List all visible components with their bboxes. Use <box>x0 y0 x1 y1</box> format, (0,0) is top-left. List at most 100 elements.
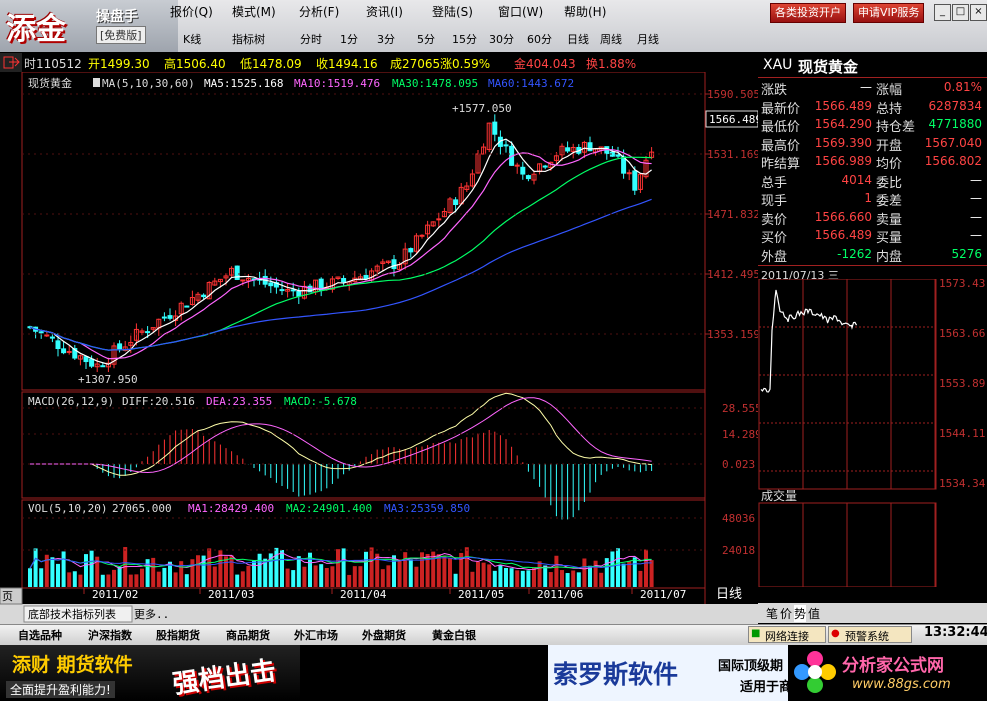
macd-tick: 28.555 <box>722 402 758 415</box>
menu-4[interactable]: 登陆(S) <box>432 3 473 20</box>
candle-body <box>184 305 190 308</box>
exit-icon[interactable] <box>0 53 22 72</box>
volume-bar <box>414 566 419 587</box>
candle-body <box>145 331 151 334</box>
volume-bar <box>476 561 480 587</box>
quote-label: 委比 <box>876 175 903 191</box>
toolbar-0[interactable]: K线 <box>183 31 201 47</box>
toolbar-4[interactable]: 3分 <box>377 31 395 47</box>
toolbar-3[interactable]: 1分 <box>340 31 358 47</box>
kline-chart[interactable]: 现货黄金 MA(5,10,30,60) MA5:1525.168 MA10:15… <box>0 72 758 624</box>
maximize-icon[interactable]: □ <box>952 4 969 21</box>
volume-bar <box>403 552 408 587</box>
period-label[interactable]: 日线 <box>716 587 742 602</box>
volume-bar <box>246 565 251 587</box>
market-tab-6[interactable]: 黄金白银 <box>432 627 476 643</box>
volume-bar <box>72 571 77 587</box>
date-tick: 2011/03 <box>208 588 254 601</box>
ad-banner[interactable]: 添财 期货软件 全面提升盈利能力! 强档出击 索罗斯软件 国际顶级期 适用于商 … <box>0 645 987 701</box>
volume-bar <box>257 553 262 587</box>
alert-system-button[interactable]: ● 预警系统 <box>828 626 912 643</box>
candle-body <box>167 315 173 319</box>
quote-value: 1564.290 <box>814 117 872 131</box>
market-tab-3[interactable]: 商品期货 <box>226 627 270 643</box>
toolbar-9[interactable]: 日线 <box>567 31 589 47</box>
volume-bar <box>173 572 178 587</box>
quote-value: — <box>860 80 872 94</box>
toolbar-1[interactable]: 指标树 <box>232 31 265 47</box>
menu-5[interactable]: 窗口(W) <box>498 3 543 20</box>
quote-label: 现手 <box>761 194 788 209</box>
volume-bar <box>526 570 531 587</box>
candle-body <box>525 175 531 180</box>
quote-value: 6287834 <box>928 98 982 113</box>
candle-body <box>201 294 207 298</box>
last-price-value: 1566.489 <box>709 113 758 126</box>
quote-high: 高1506.40 <box>164 57 226 71</box>
indicator-list-tab[interactable]: 底部技术指标列表 <box>28 607 116 621</box>
quote-label: 最高价 <box>761 138 801 154</box>
ma30-value: MA30:1478.095 <box>392 77 478 90</box>
volume-bar <box>313 565 318 587</box>
volume-bar <box>128 574 133 587</box>
quote-value: 1566.489 <box>814 98 872 113</box>
volume-bar <box>134 574 139 587</box>
toolbar-8[interactable]: 60分 <box>527 31 552 47</box>
volume-bar <box>67 572 72 587</box>
ma-toggle-icon[interactable] <box>93 78 100 87</box>
ma5-value: MA5:1525.168 <box>204 77 283 90</box>
volume-bar <box>364 551 368 587</box>
close-icon[interactable]: × <box>970 4 987 21</box>
intraday-chart[interactable]: 1573.43 1563.66 1553.89 1544.11 1534.34 成交量 <box>758 279 987 587</box>
candle-body <box>565 147 571 152</box>
quote-name: 现货黄金 <box>798 58 859 76</box>
toolbar-6[interactable]: 15分 <box>452 31 477 47</box>
more-indicators-link[interactable]: 更多.. <box>134 607 169 621</box>
market-tab-1[interactable]: 沪深指数 <box>88 627 132 643</box>
volume-bar <box>145 559 150 587</box>
volume-bar <box>240 571 245 587</box>
quote-tab-1[interactable]: 价 <box>780 605 792 622</box>
quote-bar: 时110512 开1499.30 高1506.40 低1478.09 收1494… <box>24 53 781 72</box>
volume-bar <box>436 554 441 587</box>
vip-service-button[interactable]: 申请VIP服务 <box>853 3 925 23</box>
quote-tab-0[interactable]: 笔 <box>766 605 778 622</box>
toolbar-11[interactable]: 月线 <box>637 31 659 47</box>
market-tab-2[interactable]: 股指期货 <box>156 627 200 643</box>
volume-bar <box>498 564 503 587</box>
toolbar-10[interactable]: 周线 <box>600 31 622 47</box>
intraday-tick: 1553.89 <box>939 377 985 390</box>
intraday-tick: 1534.34 <box>939 477 986 490</box>
toolbar-5[interactable]: 5分 <box>417 31 435 47</box>
high-marker: +1577.050 <box>452 102 512 115</box>
menu-6[interactable]: 帮助(H) <box>564 3 606 20</box>
quote-tab-2[interactable]: 势 <box>794 605 807 622</box>
quote-tab-3[interactable]: 值 <box>808 605 820 622</box>
volume-bar <box>565 573 570 587</box>
candle-body <box>290 289 296 292</box>
date-tick: 2011/04 <box>340 588 387 601</box>
page-menu-button[interactable]: 页 <box>2 590 13 603</box>
minimize-icon[interactable]: _ <box>934 4 951 21</box>
menu-1[interactable]: 模式(M) <box>232 3 276 20</box>
candle-body <box>66 350 72 353</box>
quote-value: 1566.489 <box>814 228 872 242</box>
volume-bar <box>61 551 66 587</box>
menu-3[interactable]: 资讯(I) <box>366 3 403 20</box>
menu-0[interactable]: 报价(Q) <box>170 3 213 20</box>
volume-bar <box>487 564 492 587</box>
network-status[interactable]: ■ 网络连接 <box>748 626 826 643</box>
volume-bar <box>386 565 391 587</box>
toolbar-7[interactable]: 30分 <box>489 31 514 47</box>
market-tab-4[interactable]: 外汇市场 <box>294 627 338 643</box>
volume-bar <box>537 561 542 587</box>
volume-bar <box>291 570 296 587</box>
volume-bar <box>28 568 32 587</box>
quote-panel: XAU 现货黄金 2011/07/13 三 1573.43 1563.66 1553… <box>758 53 987 623</box>
menu-2[interactable]: 分析(F) <box>299 3 339 20</box>
market-tab-0[interactable]: 自选品种 <box>18 627 62 643</box>
quote-label: 最低价 <box>761 120 801 135</box>
market-tab-5[interactable]: 外盘期货 <box>362 627 406 643</box>
toolbar-2[interactable]: 分时 <box>300 31 322 47</box>
open-account-button[interactable]: 各类投资开户 <box>770 3 846 23</box>
